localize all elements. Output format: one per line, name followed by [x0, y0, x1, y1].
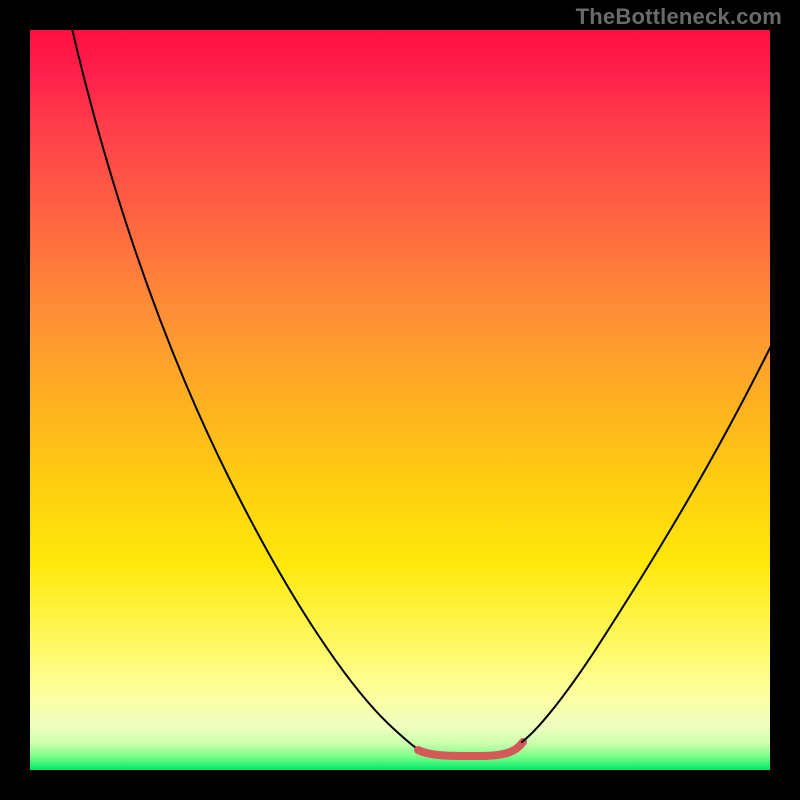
bottleneck-curve-svg	[30, 30, 770, 770]
plot-gradient-background	[30, 30, 770, 770]
curve-right-branch	[522, 338, 770, 742]
curve-left-branch	[70, 30, 425, 754]
chart-frame: TheBottleneck.com	[0, 0, 800, 800]
watermark-text: TheBottleneck.com	[576, 4, 782, 30]
optimal-valley-marker	[418, 742, 523, 756]
